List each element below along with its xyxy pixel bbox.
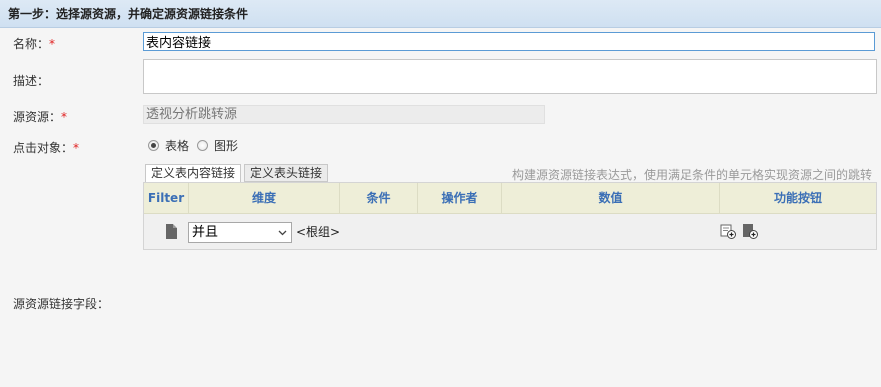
column-condition: 条件: [340, 183, 418, 213]
logic-select[interactable]: 并且: [188, 222, 292, 243]
step-header: 第一步：选择源资源，并确定源资源链接条件: [0, 0, 881, 28]
desc-label: 描述：: [13, 74, 50, 88]
hint-text: 构建源资源链接表达式，使用满足条件的单元格实现资源之间的跳转: [511, 168, 872, 182]
required-mark: *: [61, 110, 68, 124]
radio-chart-label: 图形: [214, 139, 239, 153]
name-label-text: 名称：: [13, 37, 50, 51]
column-value: 数值: [502, 183, 720, 213]
name-input[interactable]: [143, 32, 875, 51]
radio-table-label: 表格: [165, 139, 190, 153]
column-dimension: 维度: [189, 183, 340, 213]
add-group-icon[interactable]: [742, 223, 758, 239]
click-target-radio-group: 表格 图形: [148, 137, 238, 154]
source-resource-field: 透视分析跳转源: [143, 105, 545, 124]
source-label: 源资源：*: [13, 108, 67, 125]
tab-table-content-link[interactable]: 定义表内容链接: [145, 164, 241, 183]
document-icon[interactable]: [166, 224, 177, 239]
root-group-label: <根组>: [296, 225, 341, 239]
column-actions: 功能按钮: [773, 191, 822, 205]
tab-table-header-link[interactable]: 定义表头链接: [244, 164, 328, 182]
click-target-label-text: 点击对象：: [13, 141, 74, 155]
source-link-fields-label: 源资源链接字段：: [13, 297, 110, 311]
source-label-text: 源资源：: [13, 110, 62, 124]
chevron-down-icon: [278, 230, 287, 236]
condition-table: Filter 维度 条件 操作者 数值 功能按钮 并且 <根组>: [143, 182, 877, 250]
logic-select-value: 并且: [192, 225, 219, 240]
radio-table[interactable]: [148, 140, 159, 151]
description-textarea[interactable]: [143, 59, 877, 94]
column-operator: 操作者: [418, 183, 502, 213]
column-filter: Filter: [144, 183, 189, 213]
table-header: Filter 维度 条件 操作者 数值 功能按钮: [144, 183, 876, 214]
add-condition-icon[interactable]: [720, 223, 736, 239]
click-target-label: 点击对象：*: [13, 139, 79, 156]
radio-chart[interactable]: [197, 140, 209, 151]
name-label: 名称：*: [13, 35, 55, 52]
required-mark: *: [49, 37, 56, 51]
required-mark: *: [73, 141, 80, 155]
